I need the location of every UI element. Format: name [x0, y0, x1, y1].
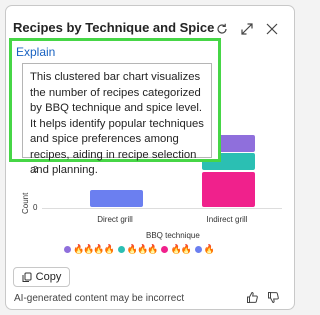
legend-item: 🔥🔥🔥🔥: [64, 243, 115, 255]
legend-swatch: [194, 245, 202, 253]
ai-disclaimer: AI-generated content may be incorrect: [14, 293, 185, 304]
explain-link[interactable]: Explain: [16, 45, 55, 59]
legend-swatch: [161, 245, 169, 253]
bar[interactable]: [90, 190, 143, 208]
copy-label: Copy: [35, 271, 62, 283]
legend-item: 🔥🔥: [161, 243, 192, 255]
explain-tooltip: This clustered bar chart visualizes the …: [22, 63, 212, 176]
thumbs-up-icon[interactable]: [246, 291, 260, 305]
legend-label: 🔥🔥🔥🔥: [73, 243, 115, 254]
legend-item: 🔥: [194, 243, 215, 255]
x-axis-title: BBQ technique: [146, 231, 200, 240]
legend-label: 🔥🔥🔥: [126, 243, 159, 254]
x-axis-line: [42, 208, 282, 209]
legend-label: 🔥: [203, 243, 215, 254]
y-axis-title: Count: [21, 192, 30, 214]
x-tick-label: Direct grill: [97, 215, 133, 224]
copy-button[interactable]: Copy: [13, 267, 70, 287]
legend: 🔥🔥🔥🔥 🔥🔥🔥 🔥🔥 🔥: [64, 242, 215, 256]
explain-highlight: Explain This clustered bar chart visuali…: [9, 38, 221, 176]
legend-label: 🔥🔥: [170, 243, 191, 254]
copy-icon: [22, 272, 32, 282]
legend-swatch: [64, 245, 71, 253]
thumbs-down-icon[interactable]: [267, 291, 281, 305]
bar[interactable]: [202, 171, 255, 208]
legend-item: 🔥🔥🔥: [117, 243, 159, 255]
y-tick-label: 0: [33, 203, 38, 212]
legend-swatch: [117, 245, 125, 253]
x-tick-label: Indirect grill: [206, 215, 248, 224]
